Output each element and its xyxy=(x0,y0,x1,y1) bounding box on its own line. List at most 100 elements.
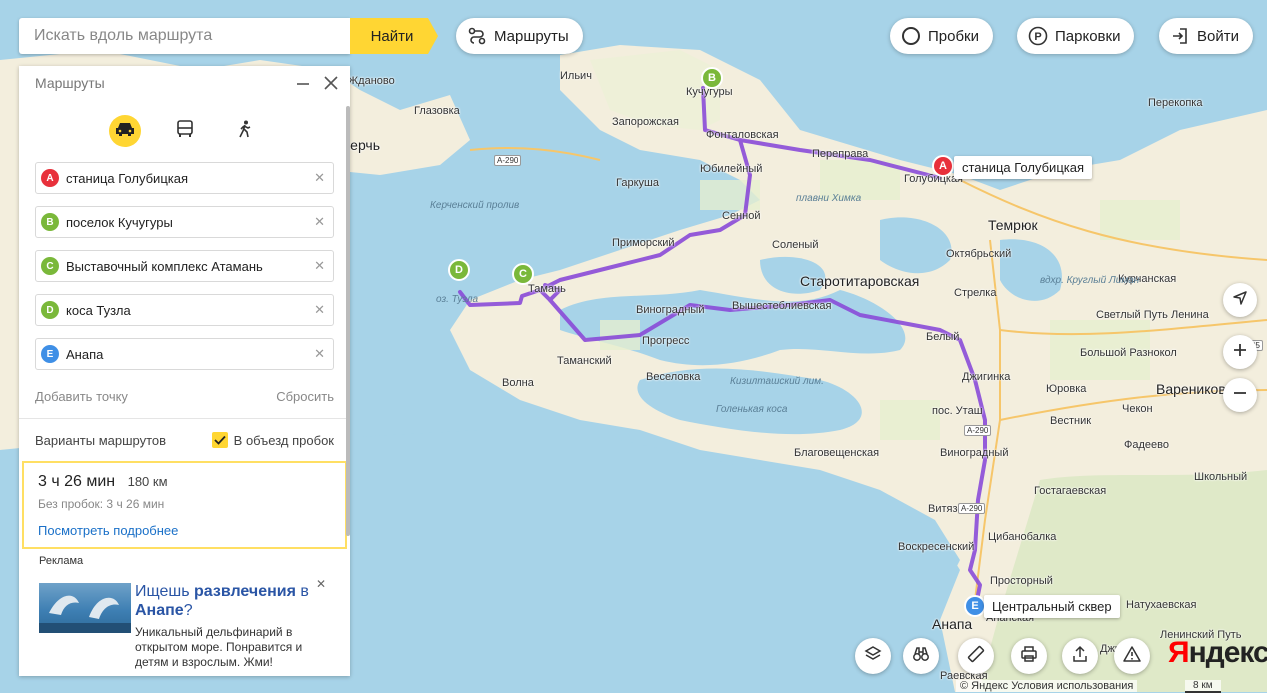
map-label: Керченский пролив xyxy=(430,200,520,211)
map-label: Виноградный xyxy=(636,304,705,316)
route-pin-d[interactable]: D xyxy=(448,259,470,281)
panel-title: Маршруты xyxy=(35,75,105,91)
location-arrow-icon xyxy=(1232,289,1248,312)
clear-icon[interactable]: ✕ xyxy=(314,170,325,186)
mode-bus[interactable] xyxy=(169,115,201,147)
route-distance: 180 км xyxy=(127,474,168,489)
route-point-e-text[interactable]: Анапа xyxy=(66,347,103,362)
routes-button-label: Маршруты xyxy=(494,27,569,45)
parking-icon: P xyxy=(1027,25,1049,47)
share-button[interactable] xyxy=(1062,638,1098,674)
map-label: Перекопка xyxy=(1148,97,1203,109)
route-icon xyxy=(466,25,488,47)
map-label: Светлый Путь Ленина xyxy=(1096,309,1209,321)
map-label: вдхр. Круглый Лиман xyxy=(1040,275,1140,286)
panorama-button[interactable] xyxy=(903,638,939,674)
share-icon xyxy=(1071,645,1089,668)
route-point-c[interactable]: C Выставочный комплекс Атамань ✕ xyxy=(35,250,334,282)
route-no-traffic-time: Без пробок: 3 ч 26 мин xyxy=(38,497,165,511)
map-label: Просторный xyxy=(990,575,1053,587)
login-button[interactable]: Войти xyxy=(1159,18,1253,54)
map-label: Вышестеблиевская xyxy=(732,300,832,312)
route-point-d[interactable]: D коса Тузла ✕ xyxy=(35,294,334,326)
ruler-button[interactable] xyxy=(958,638,994,674)
zoom-out-button[interactable] xyxy=(1223,378,1257,412)
transport-modes xyxy=(19,114,350,148)
parking-button-label: Парковки xyxy=(1055,27,1121,45)
route-details-link[interactable]: Посмотреть подробнее xyxy=(38,523,331,538)
routes-panel: Маршруты A станица Голубицкая ✕ B посело… xyxy=(19,66,350,676)
ad-close-icon[interactable]: ✕ xyxy=(316,577,326,591)
route-pin-c[interactable]: C xyxy=(512,263,534,285)
map-label: Благовещенская xyxy=(794,447,880,459)
clear-icon[interactable]: ✕ xyxy=(314,214,325,230)
logo-part: ндекс xyxy=(1188,636,1267,669)
road-badge: А-290 xyxy=(964,425,992,436)
map-label: Виноградный xyxy=(940,447,1009,459)
ad-title-bold: развлечения xyxy=(194,583,296,600)
find-button[interactable]: Найти xyxy=(350,18,438,54)
layers-button[interactable] xyxy=(855,638,891,674)
map-label: Октябрьский xyxy=(946,248,1012,260)
map-label: Запорожская xyxy=(612,116,679,128)
point-actions: Добавить точку Сбросить xyxy=(35,382,334,410)
avoid-traffic-checkbox[interactable]: В объезд пробок xyxy=(211,432,334,448)
route-point-e[interactable]: E Анапа ✕ xyxy=(35,338,334,370)
map-label: Фадеево xyxy=(1124,439,1169,451)
add-point-link[interactable]: Добавить точку xyxy=(35,389,128,404)
locate-button[interactable] xyxy=(1223,283,1257,317)
route-search-bar xyxy=(19,18,350,54)
pedestrian-icon xyxy=(238,120,252,143)
ad-title[interactable]: Ищешь развлечения в Анапе? xyxy=(135,582,325,620)
panel-header: Маршруты xyxy=(19,66,350,100)
route-point-d-text[interactable]: коса Тузла xyxy=(66,303,131,318)
route-pin-a[interactable]: A xyxy=(932,155,954,177)
point-badge-d: D xyxy=(41,301,59,319)
map-label: Тамань xyxy=(528,283,566,295)
mode-walk[interactable] xyxy=(229,115,261,147)
minus-icon xyxy=(1232,384,1248,407)
map-label: Белый xyxy=(926,331,960,343)
clear-icon[interactable]: ✕ xyxy=(314,346,325,362)
login-button-label: Войти xyxy=(1197,27,1239,45)
map-label: Глазовка xyxy=(414,105,460,117)
map-label: Прогресс xyxy=(642,335,690,347)
close-icon[interactable] xyxy=(322,74,340,92)
map-label: Цибанобалка xyxy=(988,531,1057,543)
map-label: Кизилташский лим. xyxy=(730,376,824,387)
route-search-input[interactable] xyxy=(19,18,349,54)
mode-car[interactable] xyxy=(108,115,141,147)
traffic-button[interactable]: Пробки xyxy=(890,18,993,54)
ad-image-dolphins[interactable] xyxy=(39,583,131,633)
traffic-icon xyxy=(900,25,922,47)
routes-button[interactable]: Маршруты xyxy=(456,18,583,54)
route-point-a-text[interactable]: станица Голубицкая xyxy=(66,171,188,186)
report-button[interactable] xyxy=(1114,638,1150,674)
login-icon xyxy=(1169,25,1191,47)
map-label: Юбилейный xyxy=(700,163,763,175)
point-badge-b: B xyxy=(41,213,59,231)
panel-scrollbar[interactable] xyxy=(346,106,350,536)
copyright-text[interactable]: © Яндекс Условия использования xyxy=(956,680,1138,692)
print-button[interactable] xyxy=(1011,638,1047,674)
reset-link[interactable]: Сбросить xyxy=(276,389,334,404)
minimize-icon[interactable] xyxy=(294,74,312,92)
zoom-in-button[interactable] xyxy=(1223,335,1257,369)
map-label: Натухаевская xyxy=(1126,599,1197,611)
route-pin-b[interactable]: B xyxy=(701,67,723,89)
point-badge-c: C xyxy=(41,257,59,275)
map-label: оз. Тузла xyxy=(436,294,479,305)
route-pin-e[interactable]: E xyxy=(964,595,986,617)
parking-button[interactable]: P Парковки xyxy=(1017,18,1135,54)
route-point-b[interactable]: B поселок Кучугуры ✕ xyxy=(35,206,334,238)
route-point-a[interactable]: A станица Голубицкая ✕ xyxy=(35,162,334,194)
route-option-card[interactable]: 3 ч 26 мин 180 км Без пробок: 3 ч 26 мин… xyxy=(22,461,347,549)
route-point-c-text[interactable]: Выставочный комплекс Атамань xyxy=(66,259,263,274)
ad-text: Уникальный дельфинарий в открытом море. … xyxy=(135,625,303,669)
map-label: Голенькая коса xyxy=(716,404,788,415)
map-label: Темрюк xyxy=(988,217,1038,233)
ad-banner[interactable]: Ищешь развлечения в Анапе? Уникальный де… xyxy=(39,577,330,669)
route-point-b-text[interactable]: поселок Кучугуры xyxy=(66,215,173,230)
clear-icon[interactable]: ✕ xyxy=(314,302,325,318)
clear-icon[interactable]: ✕ xyxy=(314,258,325,274)
